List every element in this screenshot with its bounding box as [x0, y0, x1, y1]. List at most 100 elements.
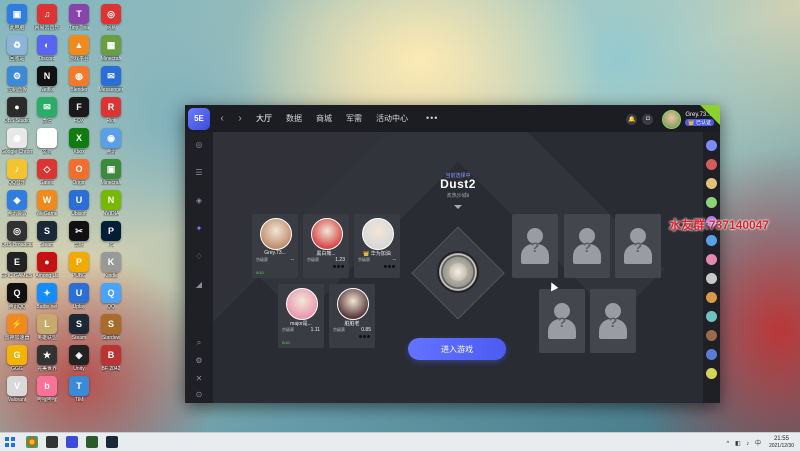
desktop-shortcut[interactable]: F FOX: [64, 97, 94, 124]
desktop-shortcut[interactable]: ♫ 网易云音乐: [32, 4, 62, 31]
diamond-icon[interactable]: ♢: [194, 252, 204, 262]
flag-icon[interactable]: ◢: [194, 280, 204, 290]
desktop-shortcut[interactable]: B BF 2042: [96, 345, 126, 372]
empty-player-slot[interactable]: ?: [615, 214, 661, 278]
search-icon[interactable]: ⌕: [194, 338, 204, 348]
desktop-shortcut[interactable]: EEPIC GAMES Launcher: [1, 252, 33, 279]
desktop-shortcut[interactable]: ▦ Minecraft: [96, 35, 126, 62]
desktop-shortcut[interactable]: ◇ Gateio: [32, 159, 62, 186]
chrome-taskbar-icon[interactable]: [26, 436, 38, 448]
gift-icon[interactable]: ◘: [642, 113, 654, 125]
player-card[interactable]: 脏脏老 京级赛 0.85: [329, 284, 375, 348]
windows-start-icon[interactable]: [4, 436, 16, 448]
desktop-shortcut[interactable]: O Origin: [64, 159, 94, 186]
friend-avatar[interactable]: [706, 292, 717, 303]
tab-events[interactable]: 活动中心: [376, 113, 408, 124]
desktop-shortcut[interactable]: ✦ Battle.net: [32, 283, 62, 310]
desktop-shortcut[interactable]: T Tiny Tina: [64, 4, 94, 31]
desktop-shortcut[interactable]: P PUBG: [64, 252, 94, 279]
desktop-shortcut[interactable]: Q QQ: [96, 283, 126, 310]
forward-arrow-icon[interactable]: ›: [234, 113, 246, 124]
friend-avatar[interactable]: [706, 140, 717, 151]
empty-player-slot[interactable]: ?: [564, 214, 610, 278]
desktop-shortcut[interactable]: ♪ QQ音乐: [2, 159, 32, 186]
desktop-shortcut[interactable]: ◐ Discord: [32, 35, 62, 62]
clock[interactable]: 21:55 2021/12/30: [769, 436, 794, 449]
notification-icon[interactable]: 🔔: [626, 113, 638, 125]
map-name[interactable]: Dust2: [425, 177, 491, 191]
desktop-shortcut[interactable]: ✂ 剪映: [64, 221, 94, 248]
desktop-shortcut[interactable]: N Netflix: [32, 66, 62, 93]
desktop-shortcut[interactable]: ⚡ 雷神加速器: [2, 314, 32, 341]
desktop-shortcut[interactable]: V Valorant: [2, 376, 32, 403]
desktop-shortcut[interactable]: ⚙ 控制面板: [2, 66, 32, 93]
friend-avatar[interactable]: [706, 254, 717, 265]
more-menu-icon[interactable]: •••: [426, 113, 438, 124]
desktop-shortcut[interactable]: ▣ 此电脑: [2, 4, 32, 31]
desktop-shortcut[interactable]: G GGG: [2, 345, 32, 372]
desktop-shortcut[interactable]: U Ubisoft: [64, 190, 94, 217]
steam-taskbar-icon[interactable]: [106, 436, 118, 448]
empty-player-slot[interactable]: ?: [590, 289, 636, 353]
empty-player-slot[interactable]: ?: [539, 289, 585, 353]
friend-avatar[interactable]: [706, 330, 717, 341]
desktop-shortcut[interactable]: ◆ 腾讯会议: [2, 190, 32, 217]
player-card[interactable]: 黑白熊... 京级赛 1.23: [303, 214, 349, 278]
back-arrow-icon[interactable]: ‹: [216, 113, 228, 124]
desktop-shortcut[interactable]: K Kindle: [96, 252, 126, 279]
desktop-shortcut[interactable]: S Steam: [64, 314, 94, 341]
friend-avatar[interactable]: [706, 159, 717, 170]
help-icon[interactable]: ⊙: [194, 390, 204, 400]
desktop-shortcut[interactable]: R Riot: [96, 97, 126, 124]
desktop-shortcut[interactable]: Q 腾讯QQ: [2, 283, 32, 310]
empty-player-slot[interactable]: ?: [512, 214, 558, 278]
desktop-shortcut[interactable]: ◎ OBS Broadcast: [1, 221, 33, 248]
desktop-shortcut[interactable]: ● Among Us: [32, 252, 62, 279]
desktop-shortcut[interactable]: ◉ 腾讯: [96, 128, 126, 155]
tab-data[interactable]: 数据: [286, 113, 302, 124]
desktop-shortcut[interactable]: ★ 完美世界: [32, 345, 62, 372]
player-card[interactable]: 👑 华为加油 京级赛 --: [354, 214, 400, 278]
tab-supplies[interactable]: 军需: [346, 113, 362, 124]
5e-taskbar-icon[interactable]: [66, 436, 78, 448]
desktop-shortcut[interactable]: N NVIDIA: [96, 190, 126, 217]
tools-icon[interactable]: ✕: [194, 374, 204, 384]
desktop-shortcut[interactable]: ◍ Blender: [64, 66, 94, 93]
desktop-shortcut[interactable]: ◉ Google Chrome: [1, 128, 33, 155]
desktop-shortcut[interactable]: ◈ Unity: [64, 345, 94, 372]
list-icon[interactable]: ☰: [194, 168, 204, 178]
tab-store[interactable]: 商城: [316, 113, 332, 124]
friend-avatar[interactable]: [706, 368, 717, 379]
player-card[interactable]: major是... 京级赛 1.11 0/10: [278, 284, 324, 348]
friend-avatar[interactable]: [706, 178, 717, 189]
match-icon[interactable]: ◈: [194, 196, 204, 206]
friend-avatar[interactable]: [706, 311, 717, 322]
desktop-shortcut[interactable]: S Steam: [32, 221, 62, 248]
settings-icon[interactable]: ⚙: [194, 356, 204, 366]
tray-icons[interactable]: ^ ◧ ♪ 中: [726, 438, 763, 447]
user-avatar[interactable]: [662, 109, 682, 129]
desktop-shortcut[interactable]: ◎ 网易: [96, 4, 126, 31]
desktop-shortcut[interactable]: L 英雄联盟: [32, 314, 62, 341]
desktop-shortcut[interactable]: ✉ Messenger: [96, 66, 126, 93]
app-logo[interactable]: 5E: [188, 107, 210, 130]
friend-avatar[interactable]: [706, 349, 717, 360]
desktop-shortcut[interactable]: S Stardew: [96, 314, 126, 341]
star-icon[interactable]: ✦: [194, 224, 204, 234]
map-dropdown-caret-icon[interactable]: [454, 205, 462, 209]
desktop-shortcut[interactable]: W WeGame: [32, 190, 62, 217]
desktop-shortcut[interactable]: ✉ 微信: [32, 97, 62, 124]
obs-taskbar-icon[interactable]: [46, 436, 58, 448]
tab-lobby[interactable]: 大厅: [256, 113, 272, 124]
desktop-shortcut[interactable]: X Xbox: [64, 128, 94, 155]
desktop-shortcut[interactable]: ≡ 文档: [32, 128, 62, 155]
game-taskbar-icon[interactable]: [86, 436, 98, 448]
friend-avatar[interactable]: [706, 273, 717, 284]
desktop-shortcut[interactable]: ● OBS Studio: [2, 97, 32, 124]
desktop-shortcut[interactable]: U Uplay: [64, 283, 94, 310]
join-game-button[interactable]: 进入游戏: [408, 338, 506, 360]
home-icon[interactable]: ◎: [194, 140, 204, 150]
desktop-shortcut[interactable]: T TIM: [64, 376, 94, 403]
desktop-shortcut[interactable]: ♻ 回收站: [2, 35, 32, 62]
desktop-shortcut[interactable]: ▲ 游戏平台: [64, 35, 94, 62]
